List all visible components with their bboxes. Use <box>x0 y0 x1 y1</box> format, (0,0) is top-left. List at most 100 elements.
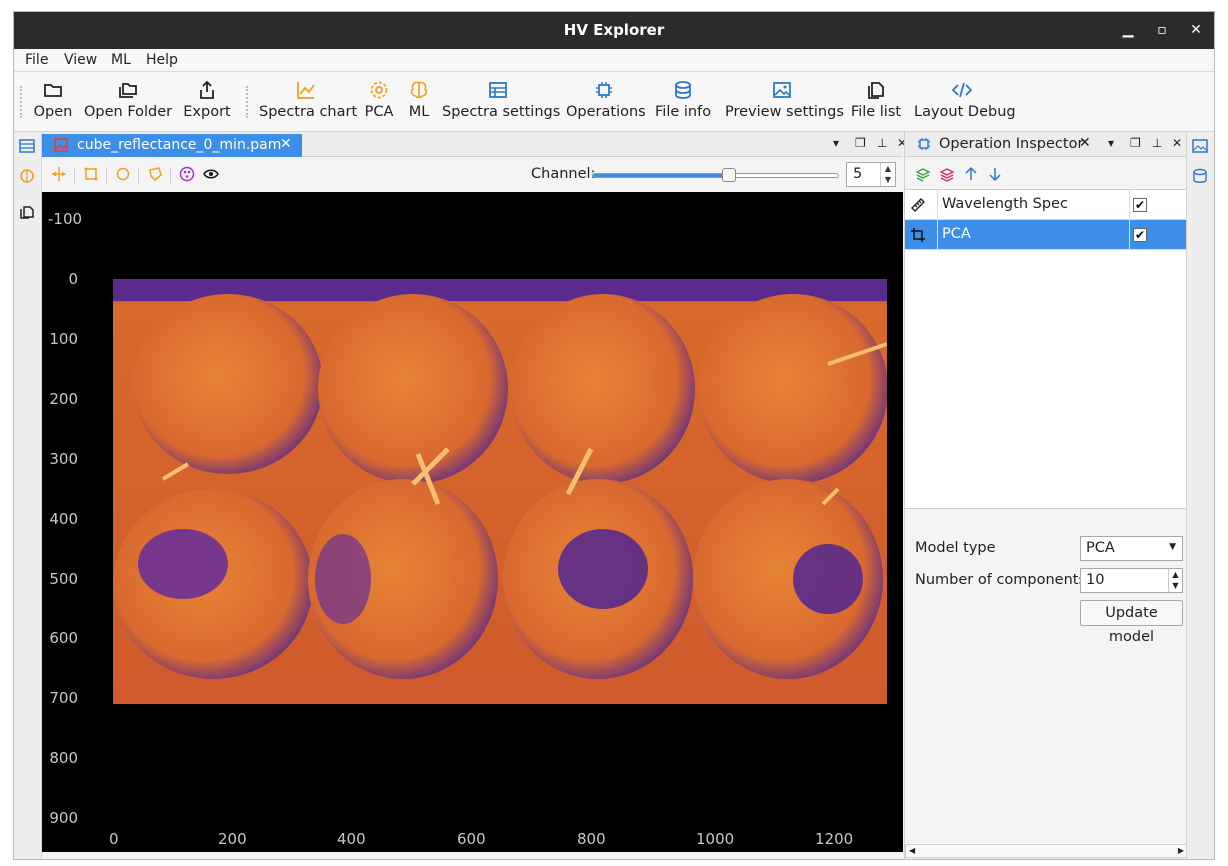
channel-slider-fill <box>593 174 729 177</box>
operations-button[interactable]: Operations <box>566 78 646 128</box>
scroll-left-icon[interactable]: ◀ <box>909 846 915 855</box>
brain-icon <box>410 81 428 99</box>
spectra-chart-button[interactable]: Spectra chart <box>259 78 357 128</box>
x-tick-label: 600 <box>457 830 486 848</box>
image-plot[interactable]: -100 0 100 200 300 400 500 600 700 800 900 0 200 400… <box>42 192 903 852</box>
operations-label: Operations <box>566 104 646 120</box>
gear-icon <box>370 81 388 99</box>
add-layer-icon[interactable] <box>915 166 931 182</box>
preview-settings-button[interactable]: Preview settings <box>725 78 844 128</box>
spin-arrows[interactable]: ▲ ▼ <box>1168 569 1182 592</box>
operation-row-wavelength[interactable]: Wavelength Spec ✔ <box>905 190 1188 220</box>
layout-debug-button[interactable]: Layout Debug <box>914 78 1016 128</box>
rect-select-icon[interactable] <box>83 166 99 182</box>
spin-arrows[interactable]: ▲ ▼ <box>880 163 895 186</box>
horizontal-scrollbar[interactable]: ◀ ▶ <box>905 844 1188 858</box>
y-tick-label: -100 <box>48 210 83 228</box>
file-list-button[interactable]: File list <box>850 78 902 128</box>
window-title: HV Explorer <box>563 21 665 39</box>
remove-layer-icon[interactable] <box>939 166 955 182</box>
maximize-button[interactable]: ▫ <box>1150 20 1174 40</box>
x-tick-label: 400 <box>337 830 366 848</box>
pin-panel-icon[interactable]: ⊥ <box>1152 136 1162 150</box>
x-tick-label: 0 <box>109 830 119 848</box>
operation-enabled-checkbox[interactable]: ✔ <box>1133 228 1147 242</box>
open-button[interactable]: Open <box>32 78 74 128</box>
operations-toolbar <box>905 158 1188 188</box>
menu-help[interactable]: Help <box>146 52 178 68</box>
cpu-icon <box>596 82 612 98</box>
tab-menu-icon[interactable]: ▾ <box>1108 136 1114 150</box>
tab-cube-reflectance[interactable]: cube_reflectance_0_min.pam ✕ <box>42 134 302 157</box>
column-divider <box>1129 190 1130 220</box>
open-folder-button[interactable]: Open Folder <box>84 78 172 128</box>
components-spinbox[interactable]: 10 ▲ ▼ <box>1080 568 1183 593</box>
file-info-label: File info <box>655 104 712 120</box>
apples-image-rendering <box>113 279 888 704</box>
chevron-down-icon: ▼ <box>1169 542 1176 552</box>
palette-icon[interactable] <box>179 166 195 182</box>
operation-inspector-tab[interactable]: Operation Inspector ✕ ▾ ❐ ⊥ ✕ <box>905 132 1188 157</box>
files-icon[interactable] <box>19 204 35 220</box>
spectra-settings-button[interactable]: Spectra settings <box>442 78 561 128</box>
arrow-down-icon[interactable] <box>987 166 1003 182</box>
update-model-button[interactable]: Update model <box>1080 600 1183 645</box>
table-settings-icon[interactable] <box>19 138 35 154</box>
image-icon <box>773 82 791 98</box>
float-panel-icon[interactable]: ❐ <box>855 136 866 150</box>
channel-slider-handle[interactable] <box>721 168 736 182</box>
close-window-button[interactable]: ✕ <box>1184 20 1208 40</box>
x-tick-label: 1200 <box>815 830 854 848</box>
image-file-icon <box>54 138 68 152</box>
image-icon[interactable] <box>1192 138 1208 154</box>
brain-icon[interactable] <box>19 168 35 184</box>
operation-inspector-title: Operation Inspector <box>939 136 1084 152</box>
layout-debug-label: Layout Debug <box>914 104 1016 120</box>
minimize-button[interactable]: ▁ <box>1116 20 1140 40</box>
close-tab-icon[interactable]: ✕ <box>1079 135 1091 151</box>
menu-file[interactable]: File <box>25 52 48 68</box>
ml-label: ML <box>408 104 430 120</box>
scroll-right-icon[interactable]: ▶ <box>1178 846 1184 855</box>
database-icon[interactable] <box>1192 168 1208 184</box>
preview-settings-label: Preview settings <box>725 104 844 120</box>
tools-separator <box>106 167 107 183</box>
eye-icon[interactable] <box>203 166 219 182</box>
spectra-settings-label: Spectra settings <box>442 104 561 120</box>
folders-icon <box>119 83 137 98</box>
toolbar-grip-2[interactable] <box>246 86 248 118</box>
menu-ml[interactable]: ML <box>111 52 131 68</box>
close-tab-icon[interactable]: ✕ <box>280 136 292 152</box>
pin-panel-icon[interactable]: ⊥ <box>877 136 887 150</box>
y-tick-label: 900 <box>49 809 78 827</box>
files-icon <box>868 82 884 99</box>
arrow-up-icon[interactable] <box>963 166 979 182</box>
tab-menu-icon[interactable]: ▾ <box>833 136 839 150</box>
tab-label: cube_reflectance_0_min.pam <box>77 137 282 153</box>
app-window: HV Explorer ▁ ▫ ✕ File View ML Help Open… <box>13 11 1215 860</box>
export-label: Export <box>183 104 231 120</box>
channel-slider[interactable] <box>592 168 839 182</box>
x-tick-label: 1000 <box>696 830 735 848</box>
operation-row-pca[interactable]: PCA ✔ <box>905 220 1188 250</box>
channel-spinbox[interactable]: 5 ▲ ▼ <box>846 162 896 187</box>
circle-select-icon[interactable] <box>115 166 131 182</box>
components-label: Number of components <box>915 572 1087 588</box>
export-button[interactable]: Export <box>182 78 232 128</box>
menu-view[interactable]: View <box>64 52 97 68</box>
pca-button[interactable]: PCA <box>362 78 396 128</box>
crosshair-icon[interactable] <box>51 166 67 182</box>
close-panel-icon[interactable]: ✕ <box>1172 136 1182 150</box>
y-tick-label: 500 <box>49 570 78 588</box>
image-tools-bar: Channel: 5 ▲ ▼ <box>42 158 903 192</box>
ml-button[interactable]: ML <box>404 78 434 128</box>
polygon-select-icon[interactable] <box>147 166 163 182</box>
file-info-button[interactable]: File info <box>655 78 711 128</box>
menu-bar: File View ML Help <box>14 49 1214 72</box>
toolbar-grip[interactable] <box>20 86 22 118</box>
model-type-value: PCA <box>1086 540 1115 556</box>
hyperspectral-image[interactable] <box>113 279 888 704</box>
operation-enabled-checkbox[interactable]: ✔ <box>1133 198 1147 212</box>
model-type-select[interactable]: PCA ▼ <box>1080 536 1183 561</box>
float-panel-icon[interactable]: ❐ <box>1130 136 1141 150</box>
